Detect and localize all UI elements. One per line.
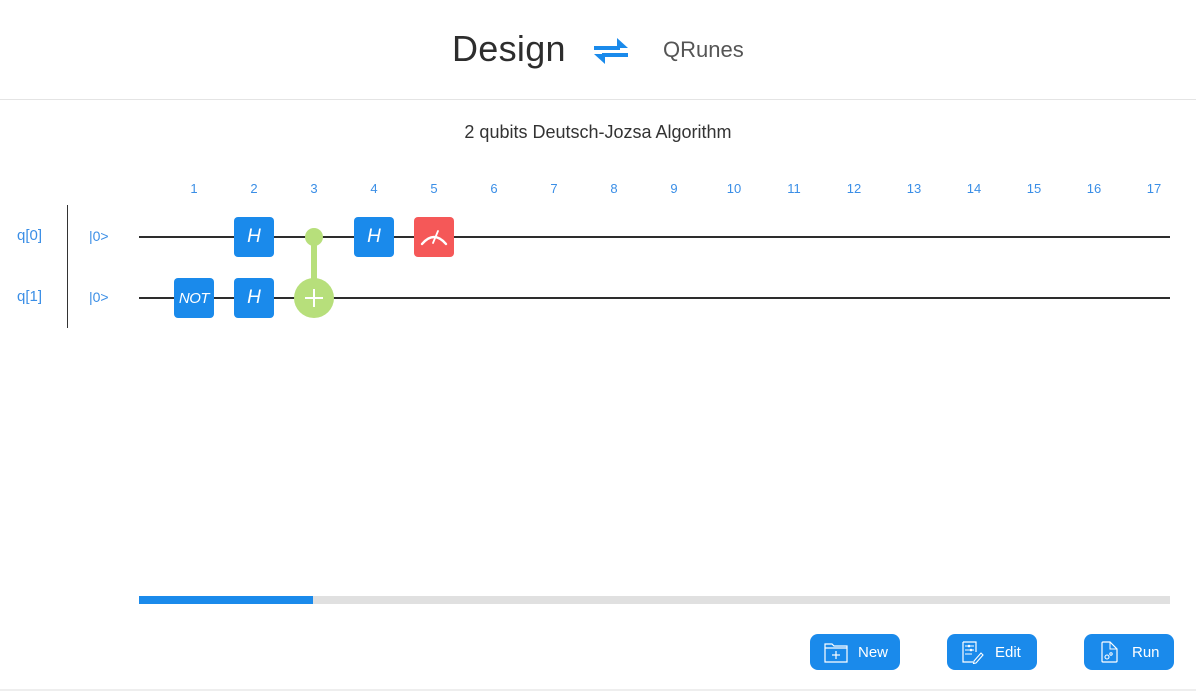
- h-gate[interactable]: H: [354, 217, 394, 257]
- swap-arrows-icon[interactable]: [592, 37, 630, 65]
- run-button[interactable]: Run: [1084, 634, 1174, 670]
- new-button[interactable]: New: [810, 634, 900, 670]
- column-number: 6: [490, 181, 498, 196]
- column-number: 5: [430, 181, 438, 196]
- column-number: 15: [1026, 181, 1042, 196]
- column-number: 1: [190, 181, 198, 196]
- column-number: 7: [550, 181, 558, 196]
- cnot-target-gate[interactable]: [294, 278, 334, 318]
- column-number: 12: [846, 181, 862, 196]
- initial-state-0: |0>: [89, 228, 109, 244]
- edit-document-icon: [962, 641, 984, 664]
- folder-plus-icon: [824, 643, 848, 663]
- run-button-label: Run: [1132, 644, 1160, 661]
- h-gate[interactable]: H: [234, 278, 274, 318]
- column-number: 2: [250, 181, 258, 196]
- edit-button[interactable]: Edit: [947, 634, 1037, 670]
- qubit-wire-0[interactable]: [139, 236, 1170, 238]
- measure-gate[interactable]: [414, 217, 454, 257]
- scrollbar-thumb[interactable]: [139, 596, 314, 604]
- mode-qrunes-tab[interactable]: QRunes: [663, 37, 744, 63]
- meter-icon: [420, 230, 448, 246]
- column-number: 16: [1086, 181, 1102, 196]
- circuit-title: 2 qubits Deutsch-Jozsa Algorithm: [464, 122, 732, 142]
- header: Design QRunes: [0, 0, 1196, 100]
- run-document-icon: [1101, 641, 1118, 663]
- column-number: 9: [670, 181, 678, 196]
- edit-button-label: Edit: [995, 644, 1021, 661]
- circuit-scrollbar[interactable]: [139, 596, 1170, 604]
- qubit-label-0: q[0]: [17, 227, 43, 244]
- column-number: 4: [370, 181, 378, 196]
- new-button-label: New: [858, 644, 889, 661]
- cnot-control-dot[interactable]: [305, 228, 323, 246]
- label-divider: [67, 205, 68, 328]
- h-gate[interactable]: H: [234, 217, 274, 257]
- column-number: 8: [610, 181, 618, 196]
- initial-state-1: |0>: [89, 289, 109, 305]
- not-gate[interactable]: NOT: [174, 278, 214, 318]
- column-number: 13: [906, 181, 922, 196]
- column-number: 14: [966, 181, 982, 196]
- column-number: 3: [310, 181, 318, 196]
- qubit-label-1: q[1]: [17, 288, 43, 305]
- column-number: 11: [787, 181, 801, 196]
- column-number: 10: [726, 181, 742, 196]
- mode-design-title[interactable]: Design: [452, 28, 566, 70]
- column-number: 17: [1146, 181, 1162, 196]
